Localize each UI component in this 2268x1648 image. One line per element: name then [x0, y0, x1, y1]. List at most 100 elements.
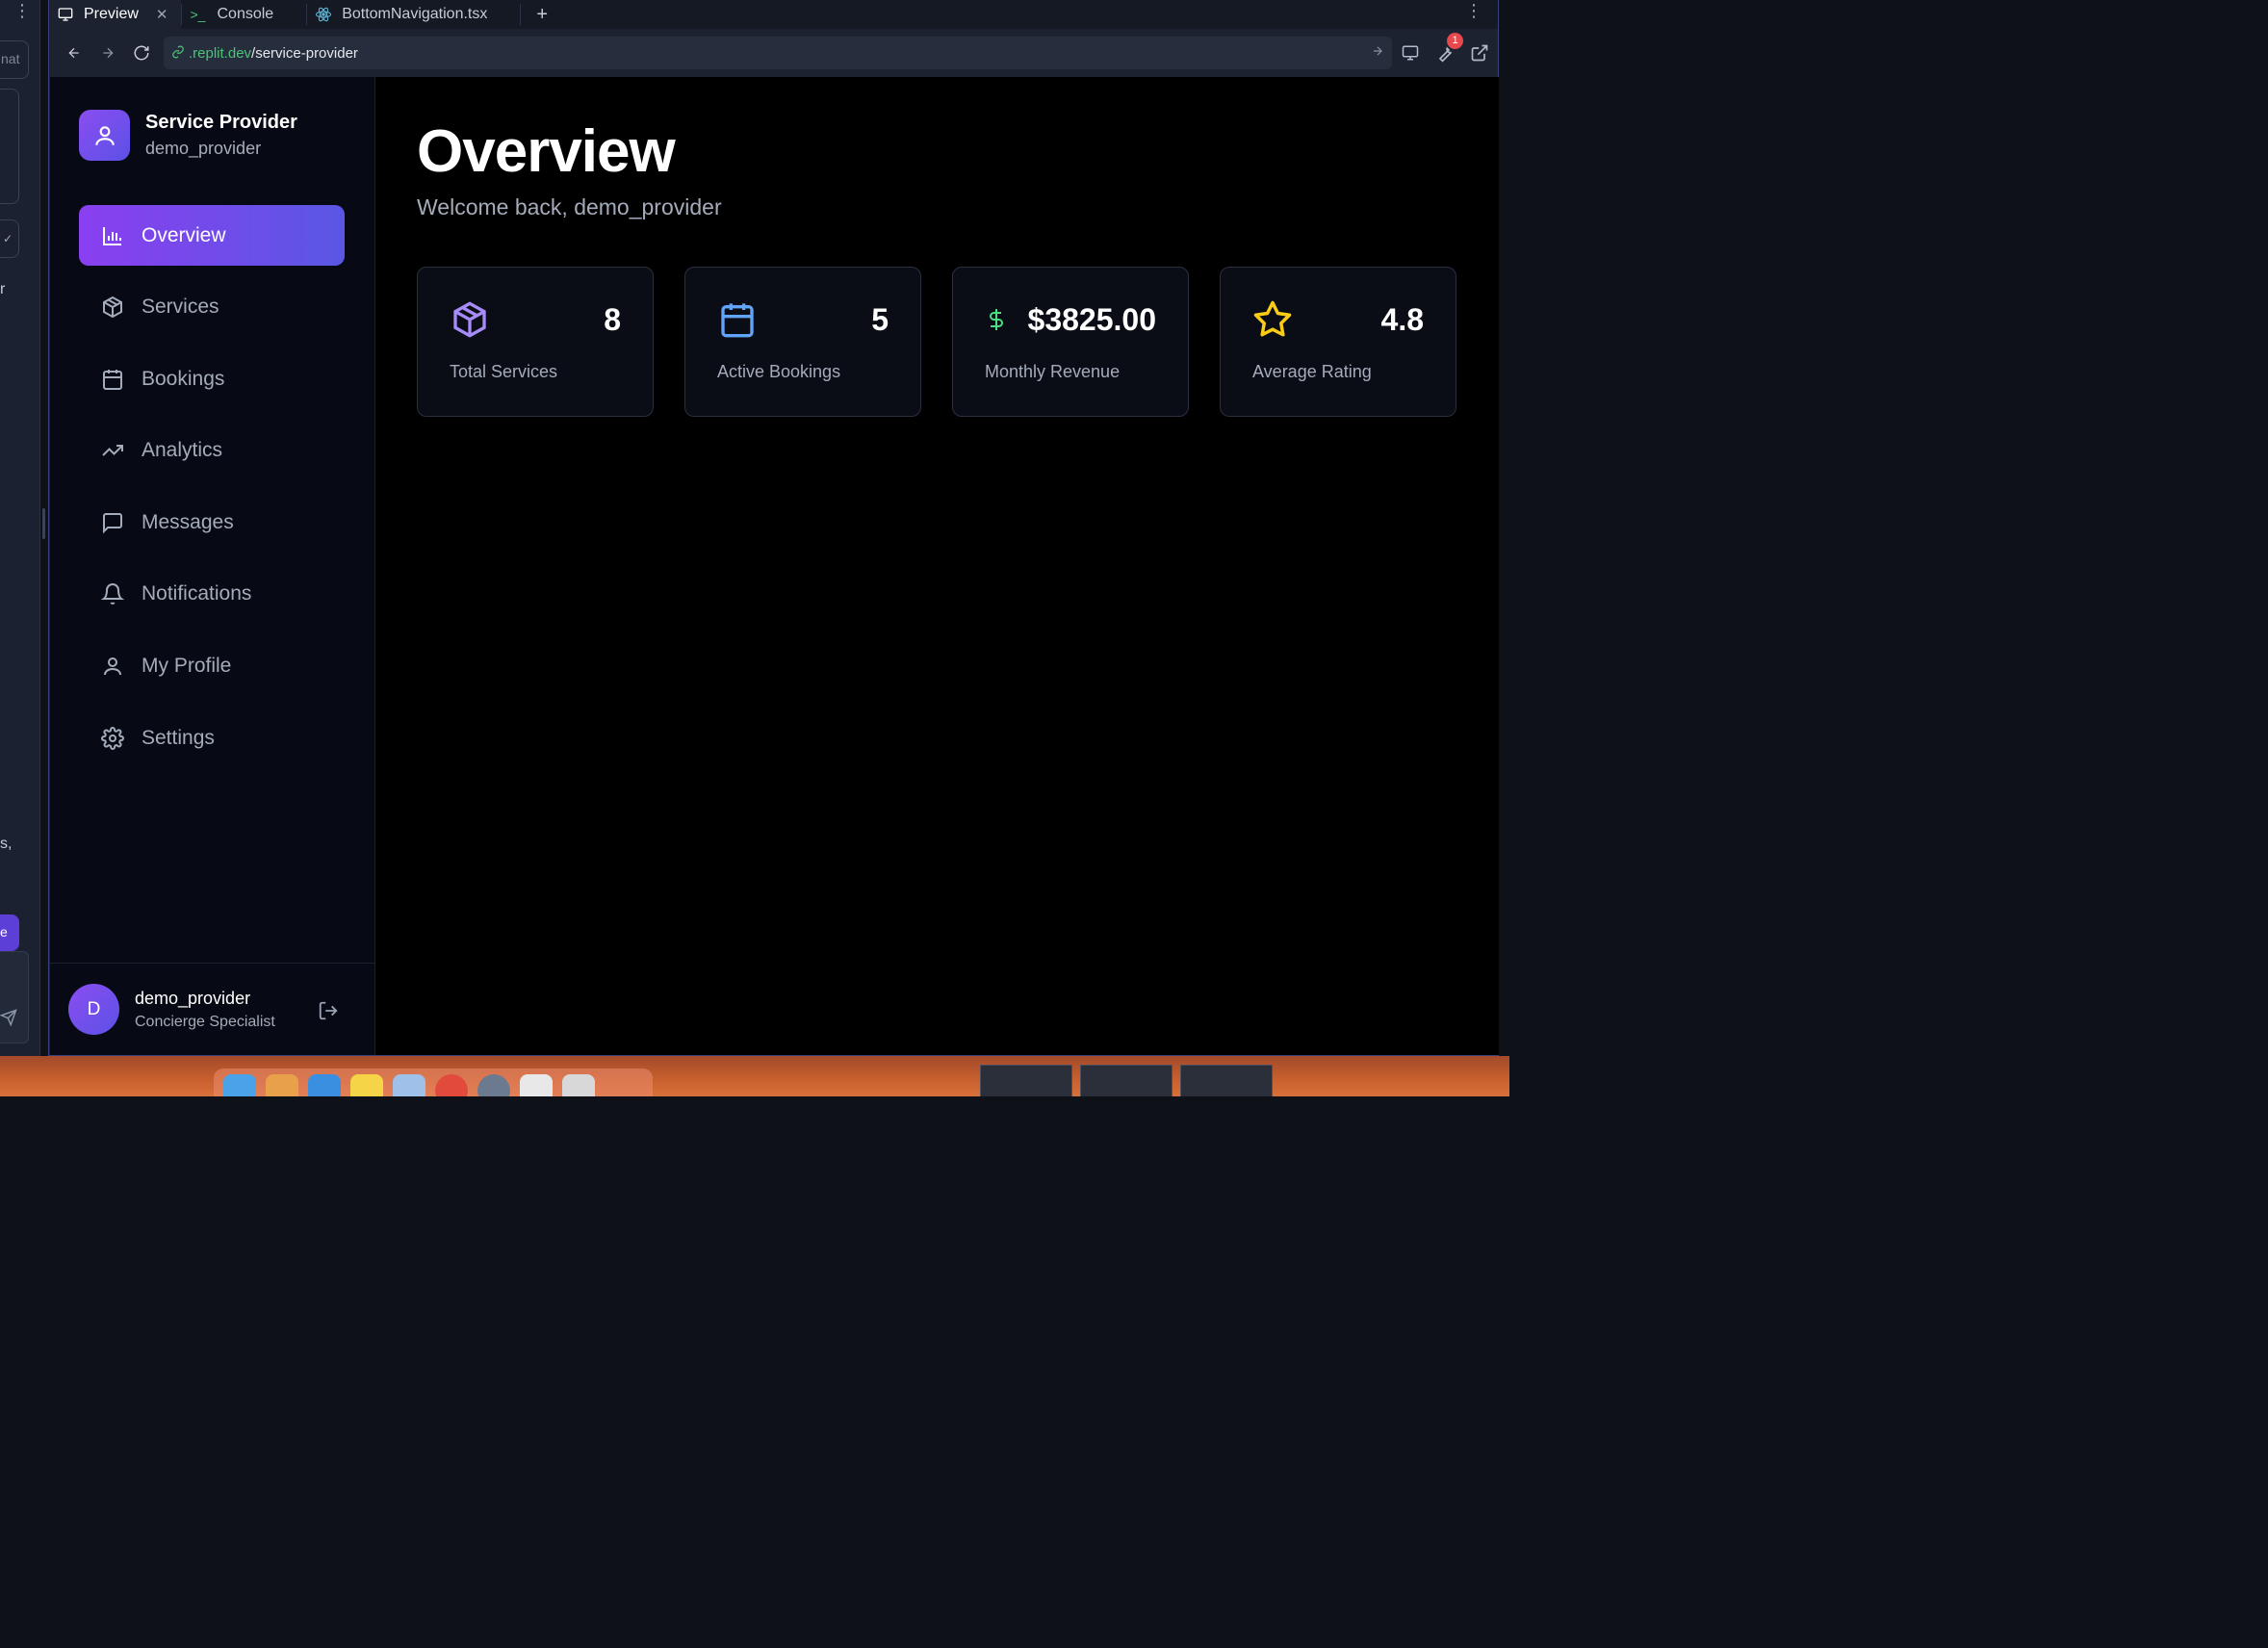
left-text-fragment: s,: [0, 836, 13, 852]
left-editor-panel: ⋮ nat ✓ r s, e: [0, 0, 40, 1069]
close-icon[interactable]: ✕: [156, 6, 168, 23]
tab-preview[interactable]: Preview ✕: [49, 0, 182, 29]
message-square-icon: [100, 510, 125, 535]
user-icon: [79, 110, 130, 161]
chrome-icon[interactable]: [435, 1074, 468, 1096]
panel-menu-icon[interactable]: ⋮: [13, 2, 31, 19]
forward-arrow-icon[interactable]: [90, 36, 124, 70]
preview-window: Preview ✕ >_ Console BottomNavigation.ts…: [48, 0, 1499, 1056]
wrench-icon[interactable]: 1: [1434, 33, 1463, 64]
page-subtitle: Welcome back, demo_provider: [417, 194, 722, 219]
sidebar-nav: Overview Services Bookings Analytics Mes…: [79, 205, 345, 780]
avatar[interactable]: D: [68, 984, 119, 1035]
url-path: /service-provider: [251, 44, 358, 62]
package-icon: [450, 299, 490, 340]
left-text-fragment: r: [0, 281, 6, 297]
finder-icon[interactable]: [223, 1074, 256, 1096]
notification-badge: 1: [1447, 33, 1463, 49]
stat-card-average-rating: 4.8 Average Rating: [1220, 267, 1456, 417]
tab-label: Preview: [84, 6, 139, 22]
left-chip[interactable]: nat: [0, 40, 29, 79]
sidebar-item-label: Messages: [142, 510, 234, 533]
sidebar-item-label: Overview: [142, 223, 226, 246]
user-icon: [100, 654, 125, 679]
notes-icon[interactable]: [350, 1074, 383, 1096]
external-link-icon[interactable]: [1469, 42, 1490, 64]
app-icon[interactable]: [477, 1074, 510, 1096]
tab-bar: Preview ✕ >_ Console BottomNavigation.ts…: [49, 0, 1498, 29]
left-mini-checkbox[interactable]: ✓: [0, 219, 19, 258]
url-bar: .replit.dev/service-provider 1: [49, 29, 1498, 77]
address-field[interactable]: .replit.dev/service-provider: [164, 37, 1392, 69]
new-tab-icon[interactable]: +: [536, 4, 548, 26]
terminal-icon: >_: [190, 7, 206, 22]
sidebar-item-my-profile[interactable]: My Profile: [79, 636, 345, 697]
sidebar-item-label: Services: [142, 296, 219, 319]
sidebar-item-label: Settings: [142, 726, 215, 749]
stat-card-total-services: 8 Total Services: [417, 267, 654, 417]
stat-card-monthly-revenue: $3825.00 Monthly Revenue: [952, 267, 1189, 417]
user-footer: D demo_provider Concierge Specialist: [50, 963, 374, 1055]
tab-label: Console: [217, 6, 274, 22]
sidebar-item-overview[interactable]: Overview: [79, 205, 345, 266]
star-icon: [1252, 299, 1293, 340]
tab-menu-icon[interactable]: ⋮: [1465, 0, 1482, 21]
stat-label: Average Rating: [1252, 362, 1372, 381]
tab-separator: [520, 4, 522, 25]
app-container: Service Provider demo_provider Overview: [50, 77, 1499, 1055]
left-purple-button[interactable]: e: [0, 914, 19, 951]
document-icon[interactable]: [520, 1074, 553, 1096]
stat-value: 5: [871, 302, 889, 337]
page-title: Overview: [417, 118, 676, 185]
brand: Service Provider demo_provider: [79, 110, 297, 161]
stat-value: $3825.00: [1027, 302, 1156, 337]
preview-app-icon[interactable]: [393, 1074, 425, 1096]
logout-icon[interactable]: [318, 1000, 339, 1026]
sidebar-item-settings[interactable]: Settings: [79, 708, 345, 768]
stat-label: Active Bookings: [717, 362, 841, 381]
bar-chart-icon: [100, 223, 125, 248]
left-chip-text: nat: [1, 51, 20, 66]
gear-icon: [100, 726, 125, 751]
sidebar-item-messages[interactable]: Messages: [79, 492, 345, 553]
sidebar-item-label: Bookings: [142, 367, 225, 390]
back-arrow-icon[interactable]: [57, 36, 90, 70]
panel-resize-handle[interactable]: [42, 508, 45, 539]
window-thumbnail[interactable]: [980, 1065, 1072, 1096]
stats-cards: 8 Total Services 5 Active Bookings $3825…: [417, 267, 1456, 417]
sidebar-item-notifications[interactable]: Notifications: [79, 564, 345, 625]
stat-label: Total Services: [450, 362, 558, 381]
brand-subtitle: demo_provider: [145, 139, 262, 158]
sidebar-item-label: Analytics: [142, 439, 223, 462]
dock: [214, 1069, 653, 1096]
send-icon[interactable]: [0, 1009, 17, 1031]
reload-icon[interactable]: [124, 36, 158, 70]
sidebar-item-services[interactable]: Services: [79, 277, 345, 338]
package-icon: [100, 295, 125, 320]
react-icon: [315, 6, 334, 23]
calendar-icon: [717, 299, 758, 340]
sidebar: Service Provider demo_provider Overview: [50, 77, 375, 1055]
calendar-icon: [100, 367, 125, 392]
tab-console[interactable]: >_ Console: [182, 0, 287, 29]
tab-bottomnavigation[interactable]: BottomNavigation.tsx: [307, 0, 501, 29]
window-thumbnails: [980, 1065, 1273, 1096]
launchpad-icon[interactable]: [266, 1074, 298, 1096]
avatar-initial: D: [87, 998, 101, 1019]
window-thumbnail[interactable]: [1080, 1065, 1173, 1096]
sidebar-item-analytics[interactable]: Analytics: [79, 421, 345, 481]
sidebar-item-bookings[interactable]: Bookings: [79, 348, 345, 409]
device-icon[interactable]: [1400, 42, 1421, 64]
left-box: [0, 89, 19, 204]
sidebar-item-label: My Profile: [142, 655, 232, 678]
user-role: Concierge Specialist: [135, 1013, 275, 1030]
trash-icon[interactable]: [562, 1074, 595, 1096]
safari-icon[interactable]: [308, 1074, 341, 1096]
url-host: .replit.dev: [189, 44, 252, 62]
stat-value: 4.8: [1380, 302, 1424, 337]
bell-icon: [100, 581, 125, 606]
window-thumbnail[interactable]: [1180, 1065, 1273, 1096]
sidebar-item-label: Notifications: [142, 582, 252, 605]
go-arrow-icon[interactable]: [1371, 44, 1384, 62]
left-button-text: e: [0, 924, 8, 940]
